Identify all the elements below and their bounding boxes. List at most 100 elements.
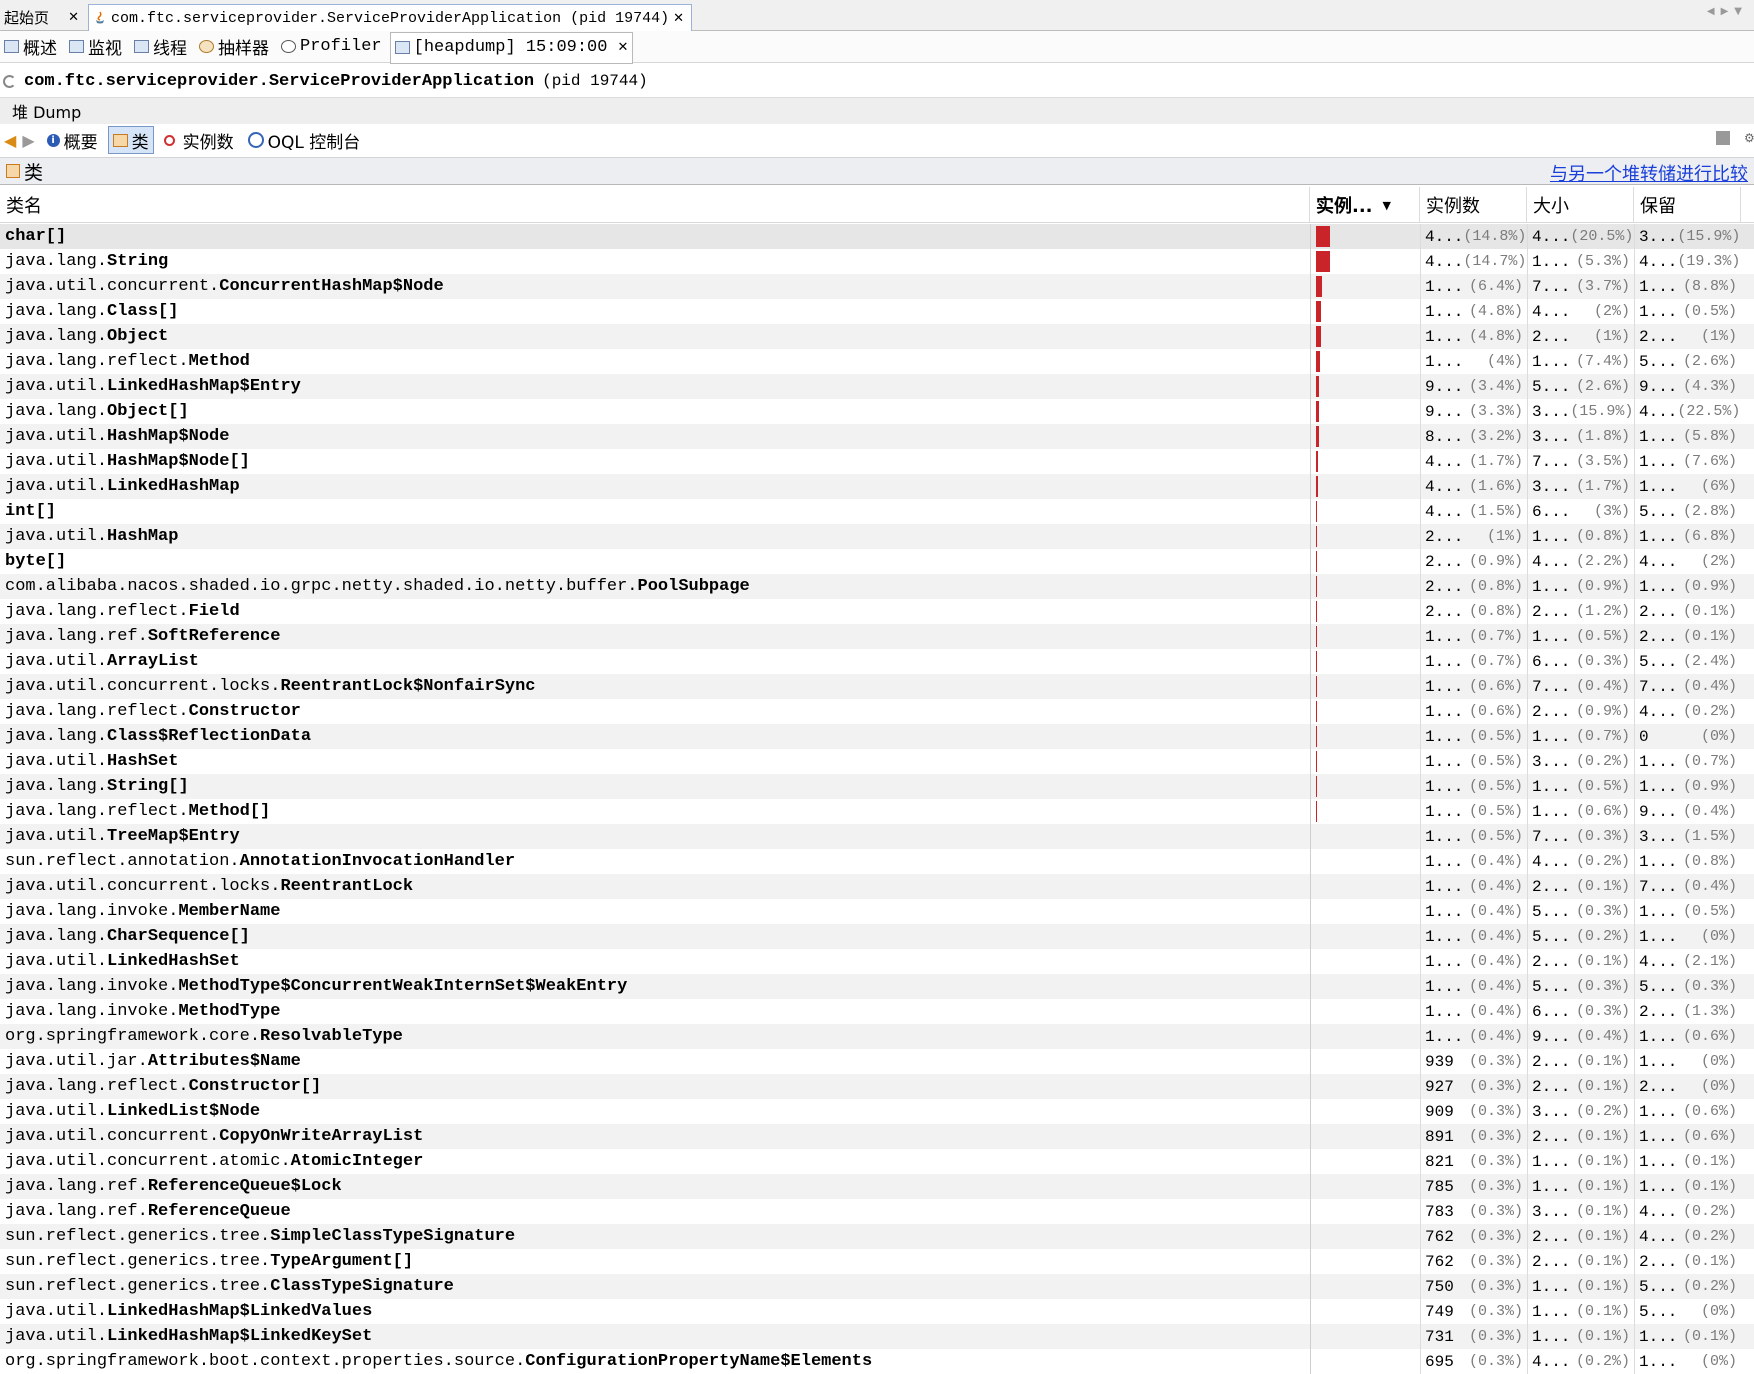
table-row[interactable]: java.lang.reflect. Method[] 1... (0.5%) 1...… — [0, 799, 1754, 824]
retained-value: 2... — [1639, 1077, 1678, 1096]
table-row[interactable]: java.lang.reflect. Constructor[] 927 (0.3%)… — [0, 1074, 1754, 1099]
table-row[interactable]: java.lang. Class[] 1... (4.8%) 4... (2%) 1...(… — [0, 299, 1754, 324]
close-icon[interactable]: ✕ — [670, 11, 687, 26]
table-row[interactable]: java.util. HashSet 1... (0.5%) 3... (0.2%) 1..… — [0, 749, 1754, 774]
table-row[interactable]: org.springframework.core. ResolvableType 1… — [0, 1024, 1754, 1049]
table-row[interactable]: java.util. TreeMap$Entry 1... (0.5%) 7... (0.… — [0, 824, 1754, 849]
table-row[interactable]: sun.reflect.annotation. AnnotationInvocat… — [0, 849, 1754, 874]
summary-button[interactable]: i 概要 — [43, 127, 102, 153]
instances-cell: 1... (0.5%) — [1420, 724, 1527, 749]
table-row[interactable]: java.lang. String 4... (14.7%) 1... (5.3%) 4..… — [0, 249, 1754, 274]
table-row[interactable]: java.lang. String[] 1... (0.5%) 1... (0.5%) 1.… — [0, 774, 1754, 799]
retained-cell: 2... (1.3%) — [1634, 999, 1741, 1024]
tab-threads[interactable]: 线程 — [130, 33, 191, 61]
tab-heapdump[interactable]: [heapdump] 15:09:00 ✕ — [389, 31, 634, 64]
size-cell: 9... (0.4%) — [1527, 1024, 1634, 1049]
size-cell: 1... (0.7%) — [1527, 724, 1634, 749]
tab-start-page[interactable]: 起始页 ✕ — [0, 4, 86, 31]
column-header-instances[interactable]: 实例数 — [1420, 187, 1527, 223]
instances-cell: 1... (0.4%) — [1420, 999, 1527, 1024]
save-icon[interactable] — [1716, 131, 1730, 145]
table-row[interactable]: java.lang.ref. SoftReference 1... (0.7%) 1..… — [0, 624, 1754, 649]
table-row[interactable]: java.util.concurrent.locks. ReentrantLock… — [0, 874, 1754, 899]
table-row[interactable]: java.util. HashMap$Node[] 4... (1.7%) 7... (3… — [0, 449, 1754, 474]
table-row[interactable]: java.lang.ref. ReferenceQueue 783 (0.3%) 3..… — [0, 1199, 1754, 1224]
class-name-cell: java.lang.invoke. MemberName — [0, 899, 1310, 924]
classes-button[interactable]: 类 — [107, 126, 154, 154]
table-row[interactable]: java.util. LinkedHashSet 1... (0.4%) 2... (0.… — [0, 949, 1754, 974]
class-name-cell: byte[] — [0, 549, 1310, 574]
back-arrow-icon[interactable]: ◀ — [4, 131, 16, 150]
table-row[interactable]: byte[] 2... (0.9%) 4... (2.2%) 4... (2%) — [0, 549, 1754, 574]
table-row[interactable]: java.util.concurrent. CopyOnWriteArrayLis… — [0, 1124, 1754, 1149]
instances-bar-cell — [1310, 999, 1420, 1024]
retained-cell: 1... (0.5%) — [1634, 899, 1741, 924]
table-row[interactable]: sun.reflect.generics.tree. TypeArgument[]… — [0, 1249, 1754, 1274]
class-package: com.alibaba.nacos.shaded.io.grpc.netty.s… — [5, 577, 638, 596]
instances-cell: 1... (0.6%) — [1420, 699, 1527, 724]
table-row[interactable]: java.lang. Object[] 9... (3.3%) 3... (15.9%) 4… — [0, 399, 1754, 424]
table-row[interactable]: com.alibaba.nacos.shaded.io.grpc.netty.s… — [0, 574, 1754, 599]
size-value: 1... — [1532, 1152, 1571, 1171]
table-row[interactable]: int[] 4... (1.5%) 6... (3%) 5... (2.8%) — [0, 499, 1754, 524]
class-package: java.util. — [5, 952, 108, 971]
instances-percentage-bar — [1316, 626, 1317, 647]
tab-monitor[interactable]: 监视 — [65, 33, 126, 61]
table-row[interactable]: java.lang.reflect. Constructor 1... (0.6%) 2… — [0, 699, 1754, 724]
table-row[interactable]: java.util. LinkedHashMap$Entry 9... (3.4%) 5… — [0, 374, 1754, 399]
table-row[interactable]: java.lang.invoke. MethodType 1... (0.4%) 6..… — [0, 999, 1754, 1024]
table-row[interactable]: java.util. LinkedHashMap$LinkedKeySet 731 (… — [0, 1324, 1754, 1349]
table-row[interactable]: java.lang. Class$ReflectionData 1... (0.5%)… — [0, 724, 1754, 749]
class-package: java.lang.invoke. — [5, 977, 179, 996]
table-row[interactable]: java.lang.reflect. Method 1... (4%) 1... (7.4… — [0, 349, 1754, 374]
table-header: 类名 实例... ▼ 实例数 大小 保留 — [0, 187, 1754, 223]
tab-application[interactable]: com.ftc.serviceprovider.ServiceProviderA… — [88, 4, 692, 31]
tab-profiler[interactable]: Profiler — [277, 33, 386, 61]
table-row[interactable]: java.lang. CharSequence[] 1... (0.4%) 5... (0… — [0, 924, 1754, 949]
column-header-class-name[interactable]: 类名 — [0, 187, 1310, 223]
table-row[interactable]: sun.reflect.generics.tree. SimpleClassTyp… — [0, 1224, 1754, 1249]
table-row[interactable]: java.lang. Object 1... (4.8%) 2... (1%) 2... (1… — [0, 324, 1754, 349]
table-row[interactable]: sun.reflect.generics.tree. ClassTypeSigna… — [0, 1274, 1754, 1299]
tab-sampler[interactable]: 抽样器 — [195, 33, 273, 61]
size-cell: 2... (0.1%) — [1527, 1074, 1634, 1099]
instances-button[interactable]: 实例数 — [160, 127, 238, 153]
table-row[interactable]: java.util. LinkedList$Node 909 (0.3%) 3... (0… — [0, 1099, 1754, 1124]
compare-heap-dump-link[interactable]: 与另一个堆转储进行比较 — [1550, 160, 1748, 186]
column-header-instances-bar[interactable]: 实例... ▼ — [1310, 187, 1420, 223]
column-header-size[interactable]: 大小 — [1527, 187, 1634, 223]
table-row[interactable]: java.util.concurrent.locks. ReentrantLock… — [0, 674, 1754, 699]
retained-value: 2... — [1639, 627, 1678, 646]
instances-percent: (0.4%) — [1468, 1003, 1523, 1020]
size-cell: 1... (0.5%) — [1527, 774, 1634, 799]
table-row[interactable]: java.util.concurrent.atomic. AtomicIntege… — [0, 1149, 1754, 1174]
table-row[interactable]: java.util.concurrent. ConcurrentHashMap$N… — [0, 274, 1754, 299]
instances-percent: (0.6%) — [1468, 703, 1523, 720]
table-row[interactable]: char[] 4... (14.8%) 4... (20.5%) 3... (15.9%) — [0, 224, 1754, 249]
settings-icon[interactable]: ⚙ — [1744, 131, 1754, 145]
close-icon[interactable]: ✕ — [65, 10, 82, 25]
table-row[interactable]: java.util. LinkedHashMap 4... (1.6%) 3... (1.… — [0, 474, 1754, 499]
class-package: java.lang. — [5, 402, 108, 421]
table-row[interactable]: java.lang.reflect. Field 2... (0.8%) 2... (1.… — [0, 599, 1754, 624]
column-header-retained[interactable]: 保留 — [1634, 187, 1741, 223]
close-icon[interactable]: ✕ — [617, 40, 628, 55]
instances-value: 4... — [1425, 252, 1464, 271]
table-row[interactable]: java.util. LinkedHashMap$LinkedValues 749 (… — [0, 1299, 1754, 1324]
table-row[interactable]: java.lang.invoke. MemberName 1... (0.4%) 5..… — [0, 899, 1754, 924]
retained-percent: (0.1%) — [1682, 1328, 1737, 1345]
table-row[interactable]: org.springframework.boot.context.propert… — [0, 1349, 1754, 1374]
size-value: 1... — [1532, 577, 1571, 596]
retained-percent: (22.5%) — [1677, 403, 1741, 420]
table-row[interactable]: java.util. ArrayList 1... (0.7%) 6... (0.3%) 5… — [0, 649, 1754, 674]
table-row[interactable]: java.util.jar. Attributes$Name 939 (0.3%) 2.… — [0, 1049, 1754, 1074]
forward-arrow-icon[interactable]: ▶ — [22, 131, 34, 150]
retained-value: 9... — [1639, 802, 1678, 821]
table-row[interactable]: java.util. HashMap 2... (1%) 1... (0.8%) 1...(… — [0, 524, 1754, 549]
table-row[interactable]: java.lang.invoke. MethodType$ConcurrentWe… — [0, 974, 1754, 999]
table-row[interactable]: java.lang.ref. ReferenceQueue$Lock 785 (0.3… — [0, 1174, 1754, 1199]
oql-console-button[interactable]: OQL 控制台 — [244, 127, 365, 153]
table-row[interactable]: java.util. HashMap$Node 8... (3.2%) 3... (1.8… — [0, 424, 1754, 449]
tab-scroll-arrows-icon[interactable]: ◀▶▼ — [1707, 6, 1748, 17]
tab-overview[interactable]: 概述 — [0, 33, 61, 61]
